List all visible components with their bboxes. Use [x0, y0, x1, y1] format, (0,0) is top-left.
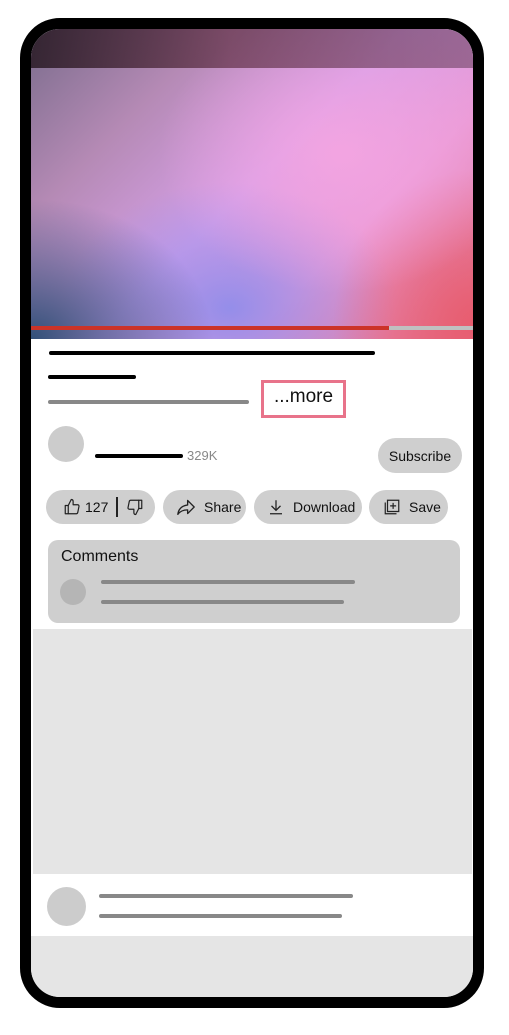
download-icon — [267, 498, 285, 516]
comment-avatar — [60, 579, 86, 605]
comments-section[interactable]: Comments — [48, 540, 460, 623]
download-label: Download — [293, 499, 356, 515]
more-label: ...more — [273, 386, 334, 407]
share-icon — [176, 498, 196, 516]
recommended-video-thumbnail[interactable] — [33, 629, 472, 874]
recommended-title-line-1 — [99, 894, 353, 898]
video-title-line-1 — [49, 351, 375, 355]
recommended-video-item[interactable] — [31, 874, 473, 936]
save-playlist-icon — [383, 498, 401, 516]
video-progress-bar[interactable] — [31, 326, 473, 330]
channel-name-line[interactable] — [95, 454, 183, 458]
subscriber-count: 329K — [187, 448, 218, 463]
subscribe-label: Subscribe — [388, 447, 452, 464]
like-dislike-button-group: 127 — [46, 490, 155, 524]
dislike-button[interactable] — [126, 498, 144, 516]
recommended-title-line-2 — [99, 914, 342, 918]
share-button[interactable]: Share — [163, 490, 246, 524]
channel-avatar[interactable] — [48, 426, 84, 462]
recommended-channel-avatar — [47, 887, 86, 926]
thumbs-down-icon — [126, 498, 144, 516]
save-button[interactable]: Save — [369, 490, 448, 524]
comment-text-line-1 — [101, 580, 355, 584]
video-meta-line — [48, 400, 249, 404]
next-recommended-thumbnail[interactable] — [31, 936, 473, 997]
video-player[interactable] — [31, 29, 473, 339]
video-progress-fill — [31, 326, 390, 330]
status-bar — [31, 29, 473, 68]
video-title-line-2 — [48, 375, 136, 379]
download-button[interactable]: Download — [254, 490, 362, 524]
comment-text-line-2 — [101, 600, 344, 604]
subscribe-button[interactable]: Subscribe — [378, 438, 462, 473]
thumbs-up-icon — [63, 498, 81, 516]
phone-frame: ...more 329K Subscribe 127 Share Downloa… — [20, 18, 484, 1008]
more-button[interactable]: ...more — [261, 380, 346, 418]
like-divider — [116, 497, 118, 517]
save-label: Save — [409, 499, 441, 515]
like-button[interactable]: 127 — [63, 498, 108, 516]
like-count: 127 — [85, 499, 109, 515]
comments-title: Comments — [61, 548, 139, 565]
share-label: Share — [204, 499, 242, 515]
